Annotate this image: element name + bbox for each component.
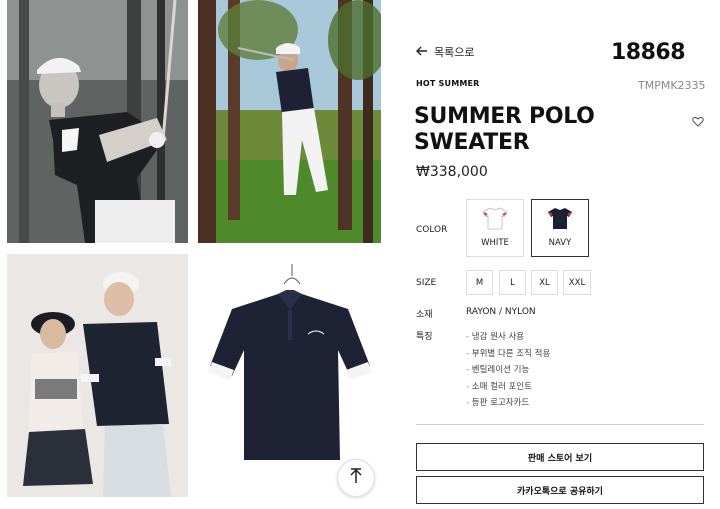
features-label: 특징 (416, 332, 433, 342)
white-polo-swatch-icon (482, 206, 508, 234)
product-photo-golfer-bw (7, 0, 188, 243)
scroll-top-button[interactable] (337, 459, 375, 497)
color-option-white[interactable]: WHITE (466, 199, 524, 257)
feature-item: 등판 로고자카드 (466, 395, 550, 412)
product-title-line1: SUMMER POLO (414, 104, 595, 129)
color-option-name: WHITE (481, 238, 509, 248)
color-option-navy[interactable]: NAVY (531, 199, 589, 257)
size-label: SIZE (416, 278, 437, 288)
product-photo-couple (7, 254, 188, 497)
size-option-m[interactable]: M (466, 270, 493, 295)
heart-icon (692, 112, 704, 131)
product-title-line2: SWEATER (414, 130, 530, 155)
material-label: 소재 (416, 310, 433, 320)
product-photo-golfer-swing (198, 0, 381, 243)
product-number: 18868 (611, 40, 686, 65)
feature-item: 소매 컬러 포인트 (466, 379, 550, 396)
product-title: SUMMER POLO SWEATER (414, 104, 674, 156)
size-option-l[interactable]: L (499, 270, 526, 295)
feature-item: 냉감 원사 사용 (466, 329, 550, 346)
kakao-share-button[interactable]: 카카오톡으로 공유하기 (416, 476, 704, 504)
collection-label: HOT SUMMER (416, 79, 480, 88)
arrow-up-icon (349, 468, 363, 488)
size-option-xxl[interactable]: XXL (563, 270, 591, 295)
color-option-name: NAVY (548, 238, 572, 248)
material-value: RAYON / NYLON (466, 307, 536, 317)
features-list: 냉감 원사 사용 부위별 다른 조직 적용 벤틸레이션 기능 소매 컬러 포인트… (466, 329, 551, 412)
color-label: COLOR (416, 225, 448, 235)
arrow-left-icon (416, 46, 428, 59)
wishlist-button[interactable] (692, 112, 704, 131)
section-divider (416, 424, 704, 425)
navy-polo-swatch-icon (547, 206, 573, 234)
size-option-xl[interactable]: XL (531, 270, 558, 295)
back-to-list-link[interactable]: 목록으로 (416, 44, 474, 60)
product-sku: TMPMK2335 (638, 79, 706, 92)
feature-item: 부위별 다른 조직 적용 (466, 346, 551, 363)
feature-item: 벤틸레이션 기능 (466, 362, 550, 379)
back-label: 목록으로 (434, 46, 475, 59)
product-price: ₩338,000 (416, 164, 488, 180)
view-store-button[interactable]: 판매 스토어 보기 (416, 443, 704, 471)
